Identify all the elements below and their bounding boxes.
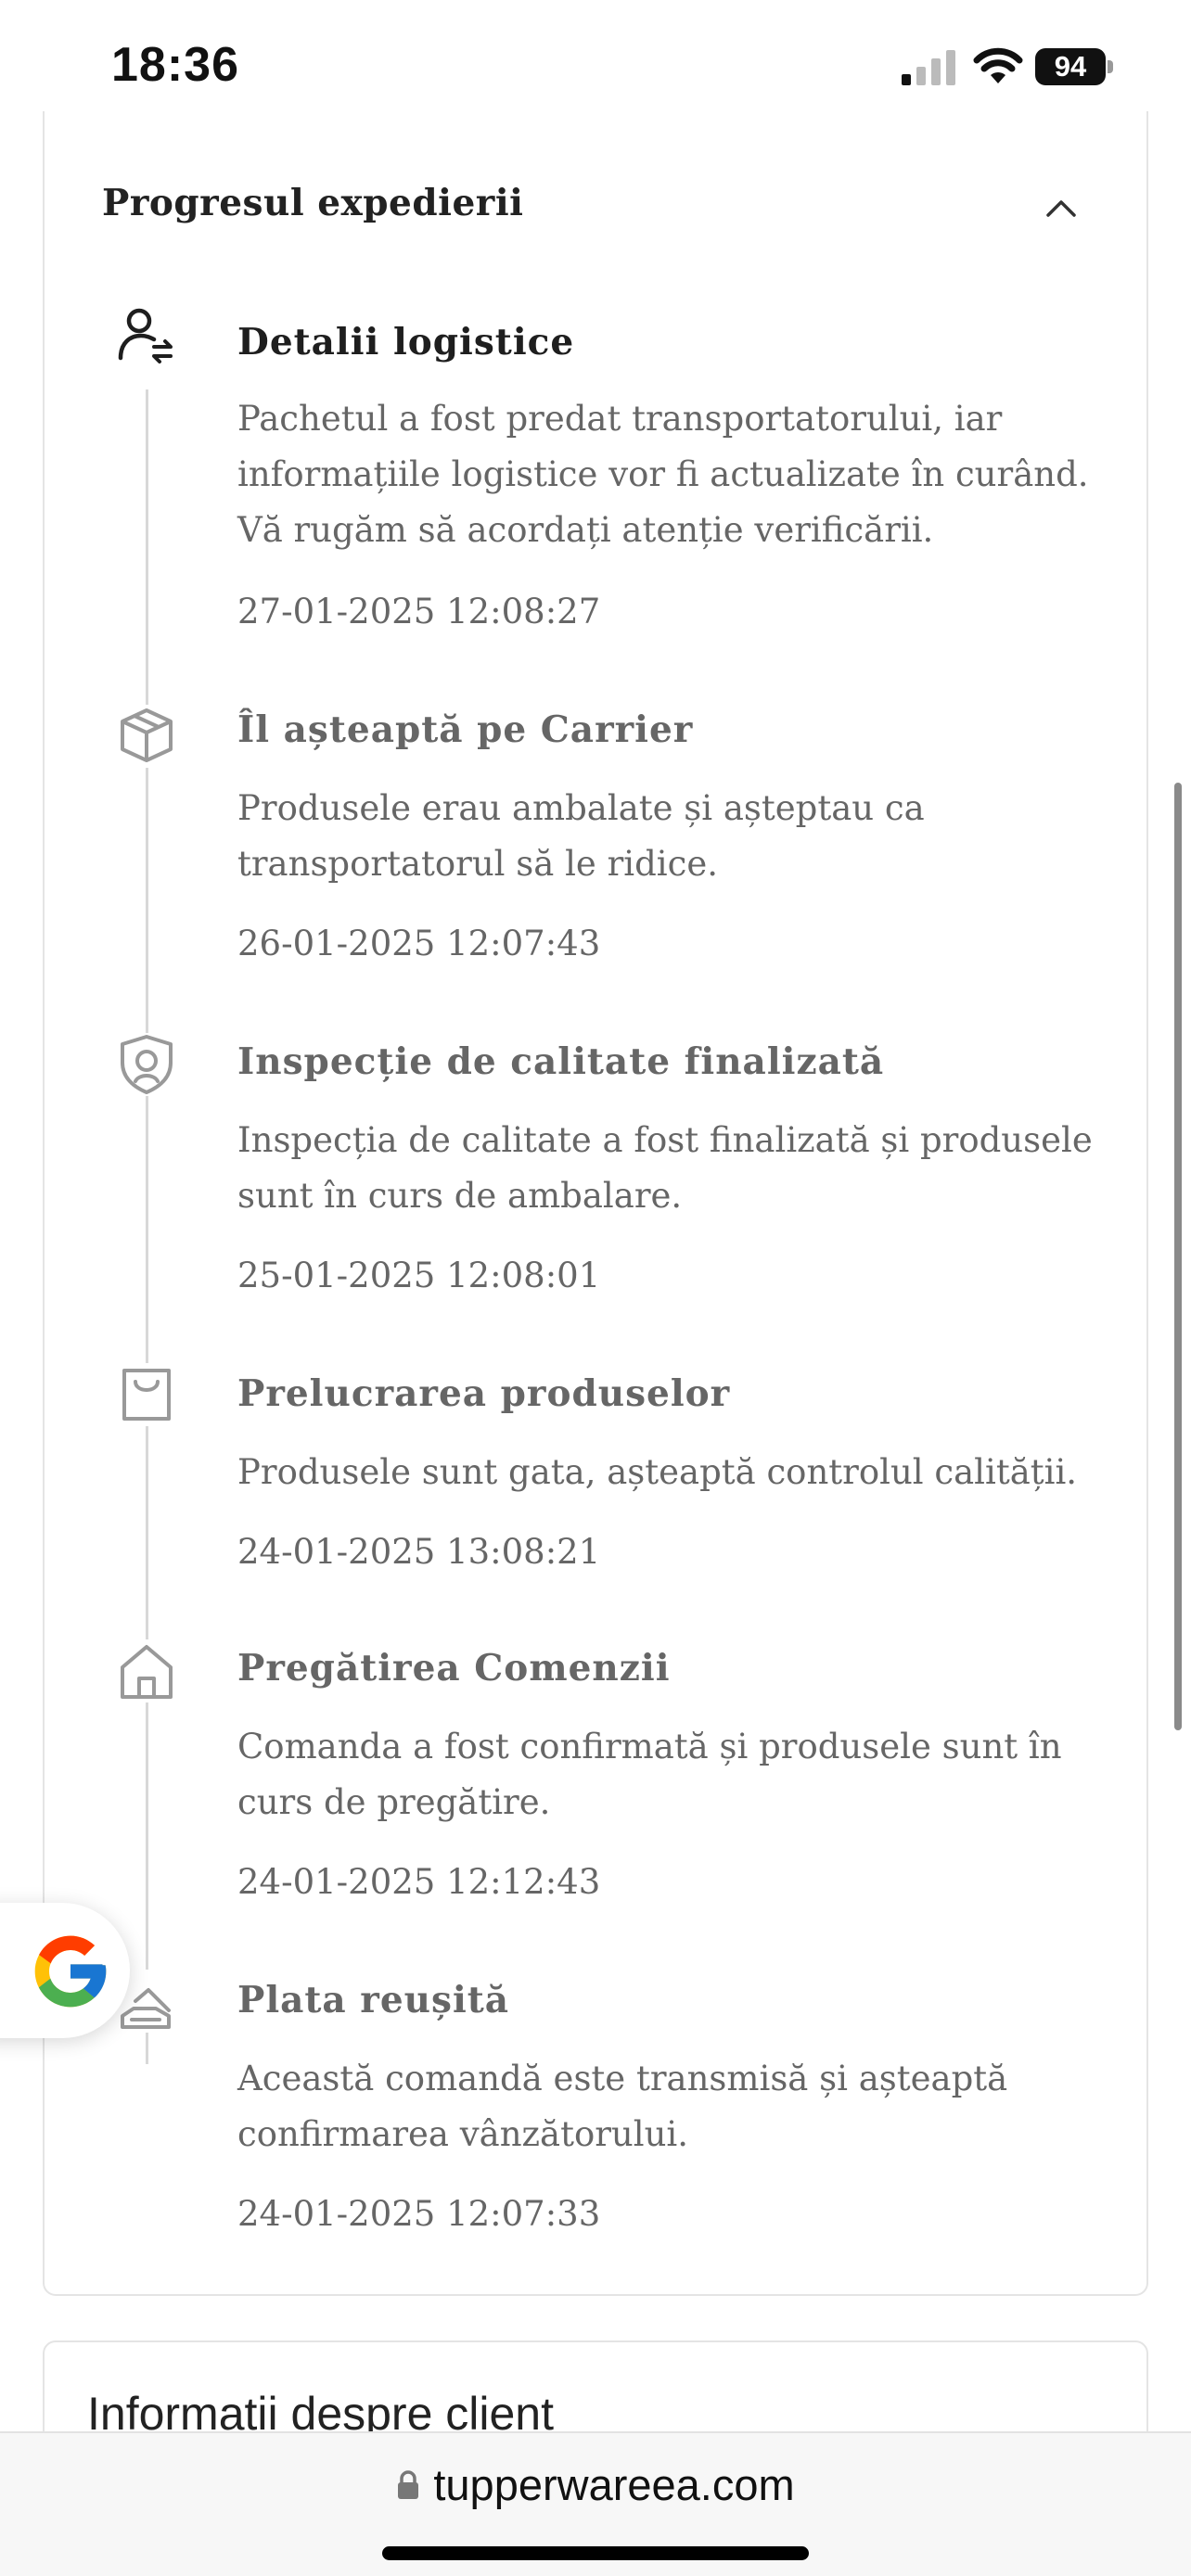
url-text: tupperwareea.com <box>433 2460 795 2509</box>
google-button[interactable] <box>0 1903 130 2038</box>
step-title: Detalii logistice <box>237 321 575 363</box>
google-icon <box>34 1935 107 2008</box>
step-title: Plata reușită <box>237 1979 510 2021</box>
step-title: Pregătirea Comenzii <box>237 1647 671 1690</box>
step-description: Produsele sunt gata, așteaptă controlul … <box>237 1452 1078 1492</box>
status-time: 18:36 <box>111 38 239 92</box>
status-bar: 18:36 94 <box>0 0 1191 130</box>
step-timestamp: 24-01-2025 12:07:33 <box>237 2194 601 2234</box>
wifi-icon <box>973 47 1023 83</box>
signal-icon <box>902 50 955 85</box>
step-title: Prelucrarea produselor <box>237 1372 731 1415</box>
shopping-bag-icon <box>117 1363 176 1426</box>
step-timestamp: 26-01-2025 12:07:43 <box>237 924 601 963</box>
browser-bottom-bar: tupperwareea.com <box>0 2431 1191 2576</box>
step-timestamp: 25-01-2025 12:08:01 <box>237 1256 601 1295</box>
step-description: Această comandă este transmisă și așteap… <box>237 2059 1008 2154</box>
step-timestamp: 24-01-2025 12:12:43 <box>237 1862 601 1902</box>
package-box-icon <box>117 705 176 768</box>
address-bar[interactable]: tupperwareea.com <box>0 2459 1191 2510</box>
step-title: Inspecție de calitate finalizată <box>237 1040 885 1083</box>
chevron-up-icon[interactable] <box>1035 182 1087 234</box>
scrollbar[interactable] <box>1174 783 1182 1730</box>
user-exchange-icon <box>117 308 176 371</box>
step-timestamp: 24-01-2025 13:08:21 <box>237 1532 601 1572</box>
home-indicator[interactable] <box>382 2546 809 2560</box>
lock-icon <box>398 2469 419 2499</box>
shield-search-icon <box>117 1033 176 1096</box>
battery-level: 94 <box>1035 48 1106 85</box>
house-icon <box>117 1639 176 1702</box>
step-description: Comanda a fost confirmată și produsele s… <box>237 1727 1062 1822</box>
step-description: Produsele erau ambalate și așteptau ca t… <box>237 788 925 884</box>
step-title: Îl așteaptă pe Carrier <box>237 708 694 751</box>
shipment-progress-card: Progresul expedierii Detalii logistice P… <box>43 111 1148 2296</box>
card-title: Progresul expedierii <box>102 182 524 224</box>
battery-icon: 94 <box>1035 48 1113 85</box>
step-timestamp: 27-01-2025 12:08:27 <box>237 592 601 631</box>
step-description: Pachetul a fost predat transportatorului… <box>237 399 1089 550</box>
step-description: Inspecția de calitate a fost finalizată … <box>237 1120 1093 1216</box>
